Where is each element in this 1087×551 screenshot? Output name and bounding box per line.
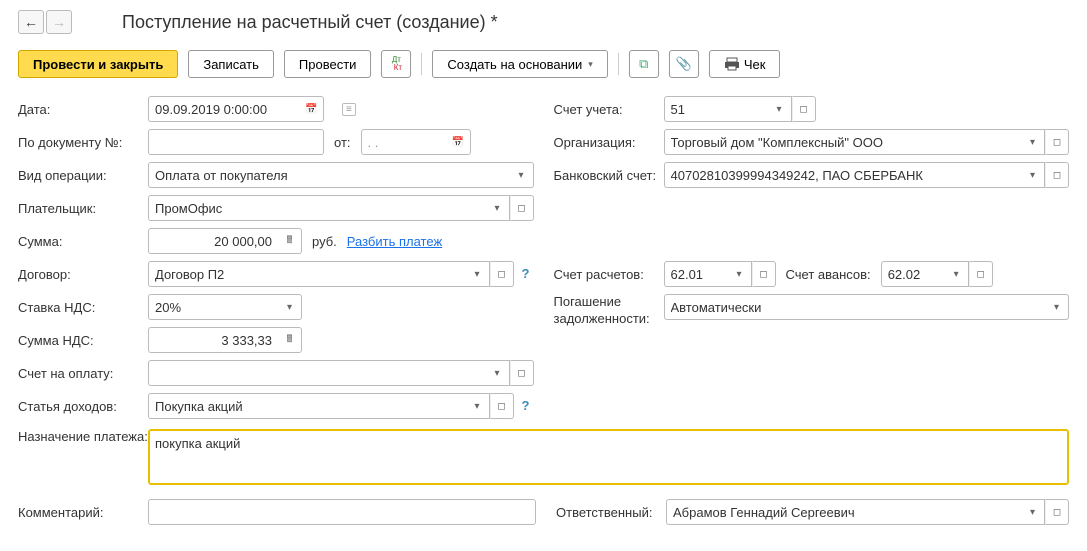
acct-input[interactable]: 51 <box>664 96 768 122</box>
settle-label: Счет расчетов: <box>554 267 664 282</box>
org-label: Организация: <box>554 135 664 150</box>
calculator-icon[interactable]: 🖩 <box>278 327 302 353</box>
separator <box>618 53 619 75</box>
date-input[interactable]: 09.09.2019 0:00:00 <box>148 96 300 122</box>
chevron-down-icon[interactable]: ▾ <box>945 261 969 287</box>
chevron-down-icon: ▾ <box>588 59 593 70</box>
invoice-label: Счет на оплату: <box>18 366 148 381</box>
responsible-input[interactable]: Абрамов Геннадий Сергеевич <box>666 499 1021 525</box>
open-icon[interactable]: ◻ <box>490 261 514 287</box>
sum-unit: руб. <box>312 234 337 249</box>
vatsum-input[interactable]: 3 333,33 <box>148 327 278 353</box>
vat-select[interactable]: 20% <box>148 294 278 320</box>
chevron-down-icon[interactable]: ▾ <box>278 294 302 320</box>
acct-label: Счет учета: <box>554 102 664 117</box>
bank-input[interactable]: 40702810399994349242, ПАО СБЕРБАНК <box>664 162 1022 188</box>
org-input[interactable]: Торговый дом "Комплексный" ООО <box>664 129 1022 155</box>
chevron-down-icon[interactable]: ▾ <box>466 393 490 419</box>
payer-input[interactable]: ПромОфис <box>148 195 486 221</box>
paperclip-icon: 📎 <box>676 56 692 72</box>
chevron-down-icon[interactable]: ▾ <box>510 162 534 188</box>
doc-status-icon: ≡ <box>342 103 356 116</box>
chevron-down-icon[interactable]: ▾ <box>1021 499 1045 525</box>
open-icon[interactable]: ◻ <box>1045 129 1069 155</box>
open-icon[interactable]: ◻ <box>752 261 776 287</box>
calendar-icon[interactable]: 📅 <box>447 129 471 155</box>
sum-label: Сумма: <box>18 234 148 249</box>
vat-label: Ставка НДС: <box>18 300 148 315</box>
chevron-down-icon[interactable]: ▾ <box>1021 162 1045 188</box>
payer-label: Плательщик: <box>18 201 148 216</box>
cheque-label: Чек <box>744 57 766 72</box>
vatsum-label: Сумма НДС: <box>18 333 148 348</box>
separator <box>421 53 422 75</box>
nav-forward-button[interactable]: → <box>46 10 72 34</box>
settle-input[interactable]: 62.01 <box>664 261 728 287</box>
open-icon[interactable]: ◻ <box>1045 499 1069 525</box>
calculator-icon[interactable]: 🖩 <box>278 228 302 254</box>
advance-input[interactable]: 62.02 <box>881 261 945 287</box>
chevron-down-icon[interactable]: ▾ <box>486 360 510 386</box>
contract-label: Договор: <box>18 267 148 282</box>
chevron-down-icon[interactable]: ▾ <box>1021 129 1045 155</box>
operation-select[interactable]: Оплата от покупателя <box>148 162 510 188</box>
open-icon[interactable]: ◻ <box>792 96 816 122</box>
debt-select[interactable]: Автоматически <box>664 294 1046 320</box>
open-icon[interactable]: ◻ <box>510 360 534 386</box>
calendar-icon[interactable]: 📅 <box>300 96 324 122</box>
printer-icon <box>724 56 740 72</box>
save-button[interactable]: Записать <box>188 50 274 78</box>
comment-input[interactable] <box>148 499 536 525</box>
sum-input[interactable]: 20 000,00 <box>148 228 278 254</box>
date-value: 09.09.2019 0:00:00 <box>155 102 294 117</box>
comment-label: Комментарий: <box>18 505 148 520</box>
attach-button[interactable]: 📎 <box>669 50 699 78</box>
income-label: Статья доходов: <box>18 399 148 414</box>
hierarchy-icon: ⧉ <box>639 56 648 72</box>
split-payment-link[interactable]: Разбить платеж <box>347 234 442 249</box>
chevron-down-icon[interactable]: ▾ <box>486 195 510 221</box>
post-button[interactable]: Провести <box>284 50 372 78</box>
dtkt-button[interactable]: ДтКт <box>381 50 411 78</box>
debt-label: Погашение задолженности: <box>554 294 664 328</box>
purpose-value: покупка акций <box>155 436 240 451</box>
contract-input[interactable]: Договор П2 <box>148 261 466 287</box>
open-icon[interactable]: ◻ <box>490 393 514 419</box>
post-and-close-button[interactable]: Провести и закрыть <box>18 50 178 78</box>
chevron-down-icon[interactable]: ▾ <box>1045 294 1069 320</box>
help-icon[interactable]: ? <box>518 266 534 282</box>
income-input[interactable]: Покупка акций <box>148 393 466 419</box>
page-title: Поступление на расчетный счет (создание)… <box>122 12 498 33</box>
responsible-label: Ответственный: <box>556 505 666 520</box>
create-based-label: Создать на основании <box>447 57 582 72</box>
advance-label: Счет авансов: <box>786 267 871 282</box>
purpose-label: Назначение платежа: <box>18 429 148 446</box>
docno-date-input[interactable]: . . <box>361 129 447 155</box>
chevron-down-icon[interactable]: ▾ <box>768 96 792 122</box>
create-based-button[interactable]: Создать на основании ▾ <box>432 50 607 78</box>
open-icon[interactable]: ◻ <box>1045 162 1069 188</box>
docno-from-label: от: <box>334 135 351 150</box>
chevron-down-icon[interactable]: ▾ <box>466 261 490 287</box>
cheque-button[interactable]: Чек <box>709 50 781 78</box>
nav-back-button[interactable]: ← <box>18 10 44 34</box>
open-icon[interactable]: ◻ <box>510 195 534 221</box>
docno-input[interactable] <box>148 129 324 155</box>
docno-label: По документу №: <box>18 135 148 150</box>
purpose-textarea[interactable]: покупка акций <box>148 429 1069 485</box>
bank-label: Банковский счет: <box>554 168 664 183</box>
date-label: Дата: <box>18 102 148 117</box>
invoice-input[interactable] <box>148 360 486 386</box>
operation-label: Вид операции: <box>18 168 148 183</box>
chevron-down-icon[interactable]: ▾ <box>728 261 752 287</box>
help-icon[interactable]: ? <box>518 398 534 414</box>
struct-button[interactable]: ⧉ <box>629 50 659 78</box>
open-icon[interactable]: ◻ <box>969 261 993 287</box>
dtkt-icon: ДтКт <box>391 56 402 72</box>
